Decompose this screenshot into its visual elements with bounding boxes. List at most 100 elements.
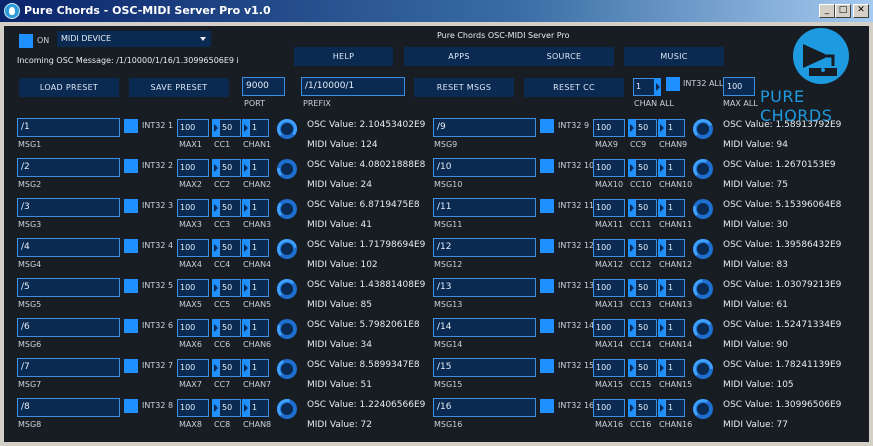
cc-arrow-icon[interactable] bbox=[658, 119, 665, 137]
cc-input[interactable]: 50 bbox=[635, 279, 657, 297]
msg-input[interactable]: /2 bbox=[17, 158, 120, 177]
msg-input[interactable]: /4 bbox=[17, 238, 120, 257]
level-knob[interactable] bbox=[692, 318, 714, 340]
msg-input[interactable]: /16 bbox=[433, 398, 536, 417]
chan-input[interactable]: 1 bbox=[249, 119, 269, 137]
int32-checkbox[interactable] bbox=[124, 359, 138, 373]
max-all-input[interactable]: 100 bbox=[723, 77, 755, 96]
level-knob[interactable] bbox=[692, 118, 714, 140]
cc-arrow-icon[interactable] bbox=[658, 199, 665, 217]
reset-msgs-button[interactable]: RESET MSGS bbox=[414, 78, 514, 97]
max-input[interactable]: 100 bbox=[593, 159, 625, 177]
cc-arrow-icon[interactable] bbox=[242, 319, 249, 337]
level-knob[interactable] bbox=[276, 318, 298, 340]
cc-input[interactable]: 50 bbox=[635, 119, 657, 137]
cc-input[interactable]: 50 bbox=[635, 239, 657, 257]
cc-arrow-icon[interactable] bbox=[658, 239, 665, 257]
chan-input[interactable]: 1 bbox=[249, 199, 269, 217]
msg-input[interactable]: /10 bbox=[433, 158, 536, 177]
max-arrow-icon[interactable] bbox=[212, 239, 219, 257]
level-knob[interactable] bbox=[692, 278, 714, 300]
port-input[interactable]: 9000 bbox=[242, 77, 285, 96]
level-knob[interactable] bbox=[692, 398, 714, 420]
max-input[interactable]: 100 bbox=[593, 319, 625, 337]
chan-input[interactable]: 1 bbox=[249, 359, 269, 377]
msg-input[interactable]: /1 bbox=[17, 118, 120, 137]
max-arrow-icon[interactable] bbox=[628, 199, 635, 217]
chan-input[interactable]: 1 bbox=[249, 279, 269, 297]
int32-checkbox[interactable] bbox=[540, 159, 554, 173]
int32-all-checkbox[interactable] bbox=[666, 77, 680, 91]
level-knob[interactable] bbox=[276, 118, 298, 140]
max-input[interactable]: 100 bbox=[593, 399, 625, 417]
max-arrow-icon[interactable] bbox=[628, 399, 635, 417]
cc-input[interactable]: 50 bbox=[635, 359, 657, 377]
cc-input[interactable]: 50 bbox=[219, 199, 241, 217]
level-knob[interactable] bbox=[276, 158, 298, 180]
int32-checkbox[interactable] bbox=[540, 359, 554, 373]
level-knob[interactable] bbox=[276, 358, 298, 380]
int32-checkbox[interactable] bbox=[540, 119, 554, 133]
level-knob[interactable] bbox=[276, 398, 298, 420]
int32-checkbox[interactable] bbox=[540, 239, 554, 253]
reset-cc-button[interactable]: RESET CC bbox=[524, 78, 624, 97]
prefix-input[interactable]: /1/10000/1 bbox=[301, 77, 405, 96]
cc-arrow-icon[interactable] bbox=[658, 319, 665, 337]
max-arrow-icon[interactable] bbox=[212, 319, 219, 337]
msg-input[interactable]: /11 bbox=[433, 198, 536, 217]
max-arrow-icon[interactable] bbox=[628, 159, 635, 177]
cc-input[interactable]: 50 bbox=[219, 279, 241, 297]
int32-checkbox[interactable] bbox=[540, 399, 554, 413]
cc-arrow-icon[interactable] bbox=[242, 119, 249, 137]
source-button[interactable]: SOURCE bbox=[514, 47, 614, 66]
level-knob[interactable] bbox=[692, 198, 714, 220]
max-input[interactable]: 100 bbox=[177, 239, 209, 257]
cc-arrow-icon[interactable] bbox=[658, 399, 665, 417]
on-checkbox[interactable] bbox=[19, 34, 33, 48]
cc-input[interactable]: 50 bbox=[635, 159, 657, 177]
msg-input[interactable]: /3 bbox=[17, 198, 120, 217]
level-knob[interactable] bbox=[692, 358, 714, 380]
max-arrow-icon[interactable] bbox=[212, 359, 219, 377]
cc-arrow-icon[interactable] bbox=[242, 239, 249, 257]
cc-input[interactable]: 50 bbox=[219, 319, 241, 337]
help-button[interactable]: HELP bbox=[294, 47, 393, 66]
msg-input[interactable]: /6 bbox=[17, 318, 120, 337]
cc-arrow-icon[interactable] bbox=[242, 399, 249, 417]
level-knob[interactable] bbox=[276, 278, 298, 300]
load-preset-button[interactable]: LOAD PRESET bbox=[19, 78, 119, 97]
msg-input[interactable]: /12 bbox=[433, 238, 536, 257]
msg-input[interactable]: /8 bbox=[17, 398, 120, 417]
max-arrow-icon[interactable] bbox=[628, 119, 635, 137]
chan-input[interactable]: 1 bbox=[665, 199, 685, 217]
max-arrow-icon[interactable] bbox=[628, 279, 635, 297]
msg-input[interactable]: /13 bbox=[433, 278, 536, 297]
int32-checkbox[interactable] bbox=[124, 119, 138, 133]
apps-button[interactable]: APPS bbox=[404, 47, 514, 66]
chan-all-arrow-icon[interactable] bbox=[654, 78, 661, 96]
max-input[interactable]: 100 bbox=[177, 319, 209, 337]
chan-input[interactable]: 1 bbox=[665, 279, 685, 297]
int32-checkbox[interactable] bbox=[124, 199, 138, 213]
int32-checkbox[interactable] bbox=[124, 239, 138, 253]
chan-input[interactable]: 1 bbox=[249, 159, 269, 177]
chan-input[interactable]: 1 bbox=[665, 399, 685, 417]
chan-input[interactable]: 1 bbox=[665, 119, 685, 137]
int32-checkbox[interactable] bbox=[540, 279, 554, 293]
max-arrow-icon[interactable] bbox=[212, 399, 219, 417]
msg-input[interactable]: /7 bbox=[17, 358, 120, 377]
level-knob[interactable] bbox=[692, 238, 714, 260]
int32-checkbox[interactable] bbox=[124, 319, 138, 333]
int32-checkbox[interactable] bbox=[124, 159, 138, 173]
max-input[interactable]: 100 bbox=[593, 199, 625, 217]
cc-input[interactable]: 50 bbox=[635, 199, 657, 217]
close-button[interactable]: ✕ bbox=[853, 4, 869, 18]
level-knob[interactable] bbox=[276, 198, 298, 220]
int32-checkbox[interactable] bbox=[540, 319, 554, 333]
chan-input[interactable]: 1 bbox=[665, 319, 685, 337]
max-input[interactable]: 100 bbox=[177, 199, 209, 217]
chan-input[interactable]: 1 bbox=[665, 359, 685, 377]
chan-input[interactable]: 1 bbox=[249, 319, 269, 337]
int32-checkbox[interactable] bbox=[124, 399, 138, 413]
cc-arrow-icon[interactable] bbox=[242, 199, 249, 217]
